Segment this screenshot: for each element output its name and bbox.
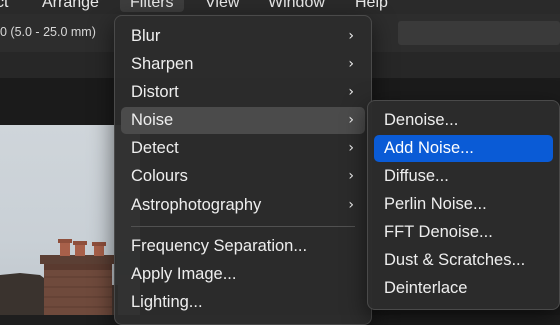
menubar-item-arrange[interactable]: Arrange (42, 0, 99, 12)
menu-item-perlin-noise[interactable]: Perlin Noise... (374, 191, 553, 218)
menubar-item-select[interactable]: ct (0, 0, 8, 12)
chevron-right-icon: › (348, 28, 354, 44)
menu-item-label: Frequency Separation... (131, 237, 308, 255)
menu-item-label: Sharpen (131, 55, 194, 73)
menu-item-blur[interactable]: Blur › (121, 23, 365, 50)
menubar-item-view[interactable]: View (205, 0, 239, 12)
chevron-right-icon: › (348, 197, 354, 213)
menu-item-sharpen[interactable]: Sharpen › (121, 51, 365, 78)
menubar-item-filters[interactable]: Filters (120, 0, 184, 12)
chevron-right-icon: › (348, 112, 354, 128)
menu-item-distort[interactable]: Distort › (121, 79, 365, 106)
chevron-right-icon: › (348, 140, 354, 156)
menubar-item-help[interactable]: Help (355, 0, 388, 12)
menu-item-noise[interactable]: Noise › (121, 107, 365, 134)
menu-item-frequency-separation[interactable]: Frequency Separation... (121, 233, 365, 260)
menu-item-colours[interactable]: Colours › (121, 163, 365, 190)
menu-item-dust-scratches[interactable]: Dust & Scratches... (374, 247, 553, 274)
menu-separator (131, 226, 355, 227)
menu-item-deinterlace[interactable]: Deinterlace (374, 275, 553, 302)
menu-item-lighting[interactable]: Lighting... (121, 289, 365, 316)
menu-item-label: Astrophotography (131, 196, 262, 214)
noise-submenu: Denoise... Add Noise... Diffuse... Perli… (367, 100, 560, 310)
brush-size-readout: 0 (5.0 - 25.0 mm) (0, 25, 96, 39)
menu-item-label: Distort (131, 83, 179, 101)
app-menubar: ct Arrange Filters View Window Help (0, 0, 560, 14)
toolbar-slider[interactable] (398, 21, 560, 45)
menubar-item-window[interactable]: Window (268, 0, 325, 12)
menu-item-diffuse[interactable]: Diffuse... (374, 163, 553, 190)
chevron-right-icon: › (348, 56, 354, 72)
menu-item-label: Blur (131, 27, 161, 45)
menu-item-label: Lighting... (131, 293, 203, 311)
chevron-right-icon: › (348, 168, 354, 184)
menu-item-denoise[interactable]: Denoise... (374, 107, 553, 134)
menu-item-detect[interactable]: Detect › (121, 135, 365, 162)
menu-item-label: Colours (131, 167, 188, 185)
menu-item-label: Noise (131, 111, 174, 129)
menu-item-label: Detect (131, 139, 179, 157)
menu-item-astrophotography[interactable]: Astrophotography › (121, 192, 365, 219)
chevron-right-icon: › (348, 84, 354, 100)
menu-item-add-noise[interactable]: Add Noise... (374, 135, 553, 162)
filters-menu: Blur › Sharpen › Distort › Noise › Detec… (114, 15, 372, 325)
menu-item-apply-image[interactable]: Apply Image... (121, 261, 365, 288)
menu-item-fft-denoise[interactable]: FFT Denoise... (374, 219, 553, 246)
menu-item-label: Apply Image... (131, 265, 237, 283)
